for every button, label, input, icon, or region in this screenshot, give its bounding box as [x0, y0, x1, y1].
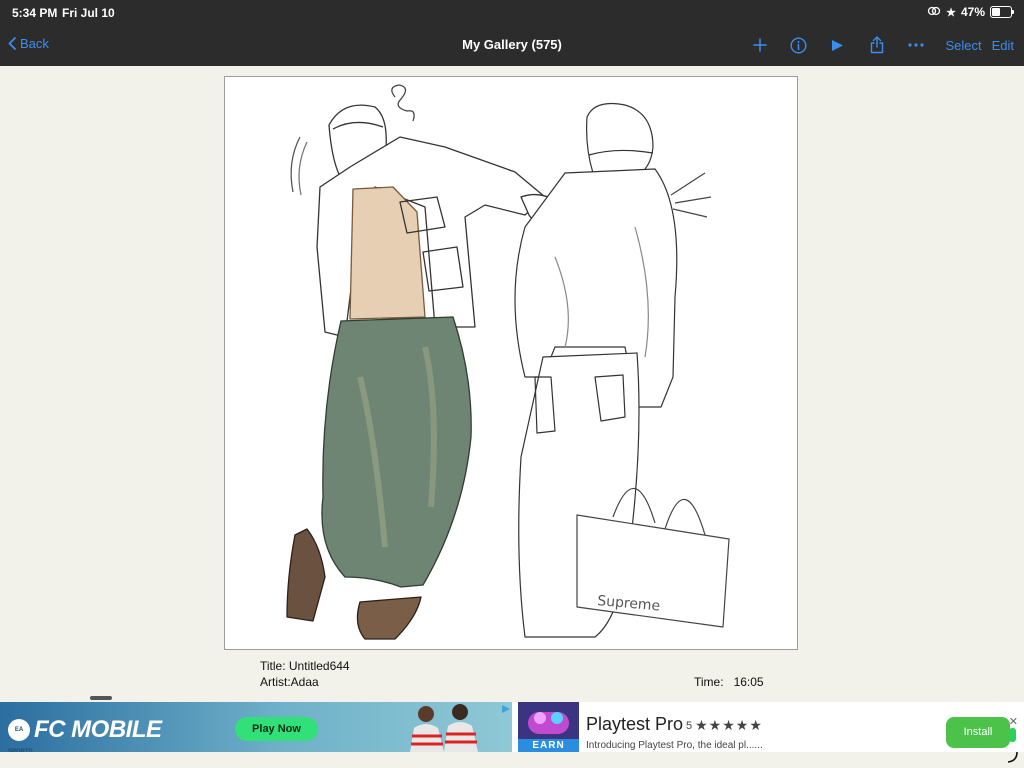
- battery-icon: [990, 6, 1014, 18]
- ea-sports-logo: EA SPORTS: [8, 719, 33, 752]
- rating-value: 5: [686, 719, 693, 732]
- screen-mirroring-icon: [927, 5, 941, 19]
- app-rating: 5 ★★★★★: [686, 717, 763, 734]
- playtest-app-icon: EARN: [518, 702, 579, 752]
- earn-badge: EARN: [518, 739, 579, 752]
- status-bar: 5:34 PM Fri Jul 10 ★ 47%: [0, 0, 1024, 24]
- top-bar: 5:34 PM Fri Jul 10 ★ 47% Back My Gallery…: [0, 0, 1024, 66]
- artwork-drawing: Supreme: [286, 84, 730, 640]
- app-description: Introducing Playtest Pro, the ideal pl..…: [586, 740, 763, 751]
- battery-percent: 47%: [960, 5, 985, 19]
- ad-banner: EA SPORTS FC MOBILE Play Now EARN Playte…: [0, 702, 1024, 752]
- time-value: 16:05: [733, 675, 764, 689]
- install-button[interactable]: Install: [946, 717, 1010, 748]
- players-image: [410, 704, 478, 752]
- navigation-bar: Back My Gallery (575) Select Edit: [0, 24, 1024, 66]
- rating-stars: ★★★★★: [695, 717, 763, 733]
- battery-fill: [992, 8, 1000, 16]
- time-label: Time:: [694, 675, 724, 689]
- play-icon[interactable]: [818, 32, 857, 58]
- play-now-button[interactable]: Play Now: [235, 717, 318, 741]
- ad-indicator: [1009, 728, 1016, 742]
- status-date: Fri Jul 10: [62, 6, 115, 20]
- resize-corner-icon: [1007, 751, 1018, 763]
- select-button[interactable]: Select: [945, 38, 981, 53]
- edit-button[interactable]: Edit: [992, 38, 1014, 53]
- status-time: 5:34 PM: [12, 6, 58, 20]
- app-name: Playtest Pro: [586, 714, 684, 734]
- info-icon[interactable]: [779, 32, 818, 58]
- nav-actions: Select Edit: [740, 32, 1014, 58]
- fc-mobile-title: FC MOBILE: [34, 716, 162, 743]
- drag-handle[interactable]: [90, 696, 112, 700]
- artwork-title: Title: Untitled644: [260, 659, 350, 673]
- gamepad-icon: [528, 712, 569, 734]
- ad-fc-mobile[interactable]: EA SPORTS FC MOBILE Play Now: [0, 702, 512, 752]
- artwork-artist: Artist:Adaa: [260, 675, 319, 689]
- status-right: ★ 47%: [927, 5, 1014, 19]
- artwork-canvas[interactable]: Supreme: [224, 76, 798, 650]
- share-icon[interactable]: [857, 32, 896, 58]
- plus-icon[interactable]: [740, 32, 779, 58]
- artwork-time: Time: 16:05: [694, 675, 764, 689]
- bottom-strip: [0, 752, 1024, 768]
- close-icon[interactable]: ✕: [1009, 715, 1018, 728]
- star-icon: ★: [946, 6, 956, 19]
- ad-playtest-pro[interactable]: EARN Playtest Pro 5 ★★★★★ Introducing Pl…: [518, 702, 1024, 752]
- more-icon[interactable]: [896, 32, 935, 58]
- ad-choices-icon[interactable]: [501, 704, 511, 714]
- right-figure: Supreme: [514, 102, 730, 638]
